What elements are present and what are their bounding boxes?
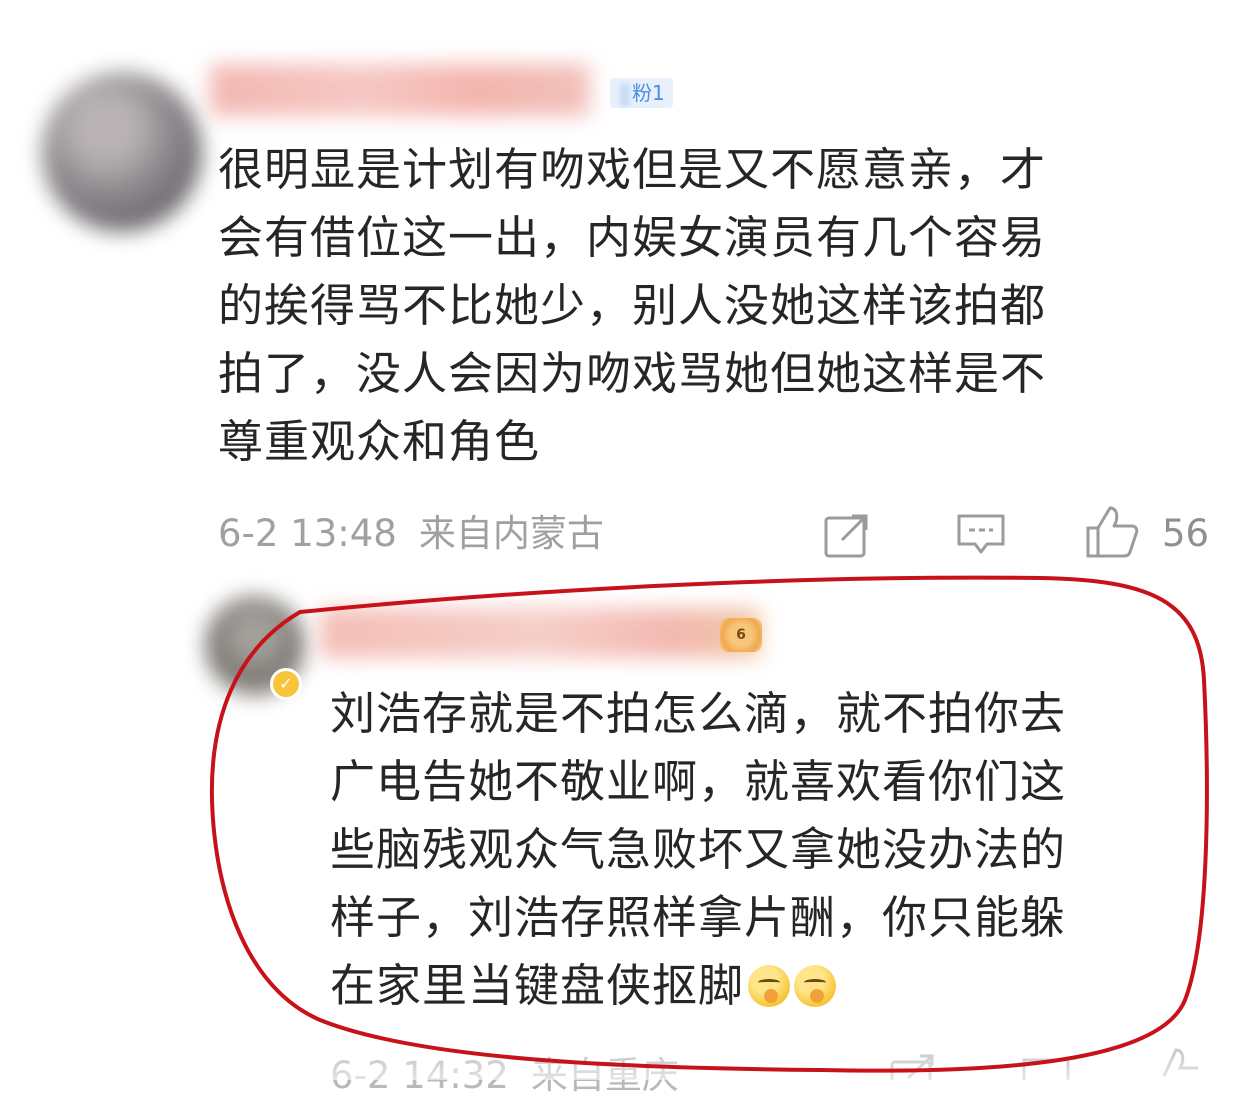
rank-badge: 6 bbox=[720, 618, 762, 652]
location: 来自内蒙古 bbox=[418, 512, 604, 555]
comment-text: 很明显是计划有吻戏但是又不愿意亲，才 会有借位这一出，内娱女演员有几个容易 的挨… bbox=[218, 143, 1047, 468]
like-icon[interactable] bbox=[1084, 504, 1140, 560]
fan-badge: 粉1 bbox=[610, 78, 673, 108]
share-icon[interactable] bbox=[822, 510, 872, 560]
shush-emoji-icon bbox=[794, 965, 837, 1007]
timestamp: 6-2 13:48 bbox=[218, 512, 397, 555]
comment-meta: 6-2 14:32 来自重庆 bbox=[330, 1050, 701, 1102]
comment-icon[interactable] bbox=[955, 510, 1007, 560]
share-icon[interactable] bbox=[888, 1054, 938, 1080]
like-icon[interactable] bbox=[1150, 1046, 1206, 1080]
like-count: 56 bbox=[1162, 512, 1210, 555]
location: 来自重庆 bbox=[530, 1054, 679, 1097]
reply-text: 刘浩存就是不拍怎么滴，就不拍你去 广电告她不敬业啊，就喜欢看你们这 些脑残观众气… bbox=[330, 687, 1067, 1012]
comment-meta: 6-2 13:48 来自内蒙古 bbox=[218, 508, 626, 560]
comment-icon[interactable] bbox=[1020, 1054, 1072, 1080]
verified-badge-icon: ✓ bbox=[270, 668, 302, 700]
timestamp: 6-2 14:32 bbox=[330, 1054, 509, 1097]
username-blurred[interactable] bbox=[210, 64, 590, 116]
shush-emoji-icon bbox=[748, 965, 791, 1007]
username-blurred[interactable] bbox=[320, 608, 760, 658]
avatar[interactable] bbox=[42, 72, 202, 232]
